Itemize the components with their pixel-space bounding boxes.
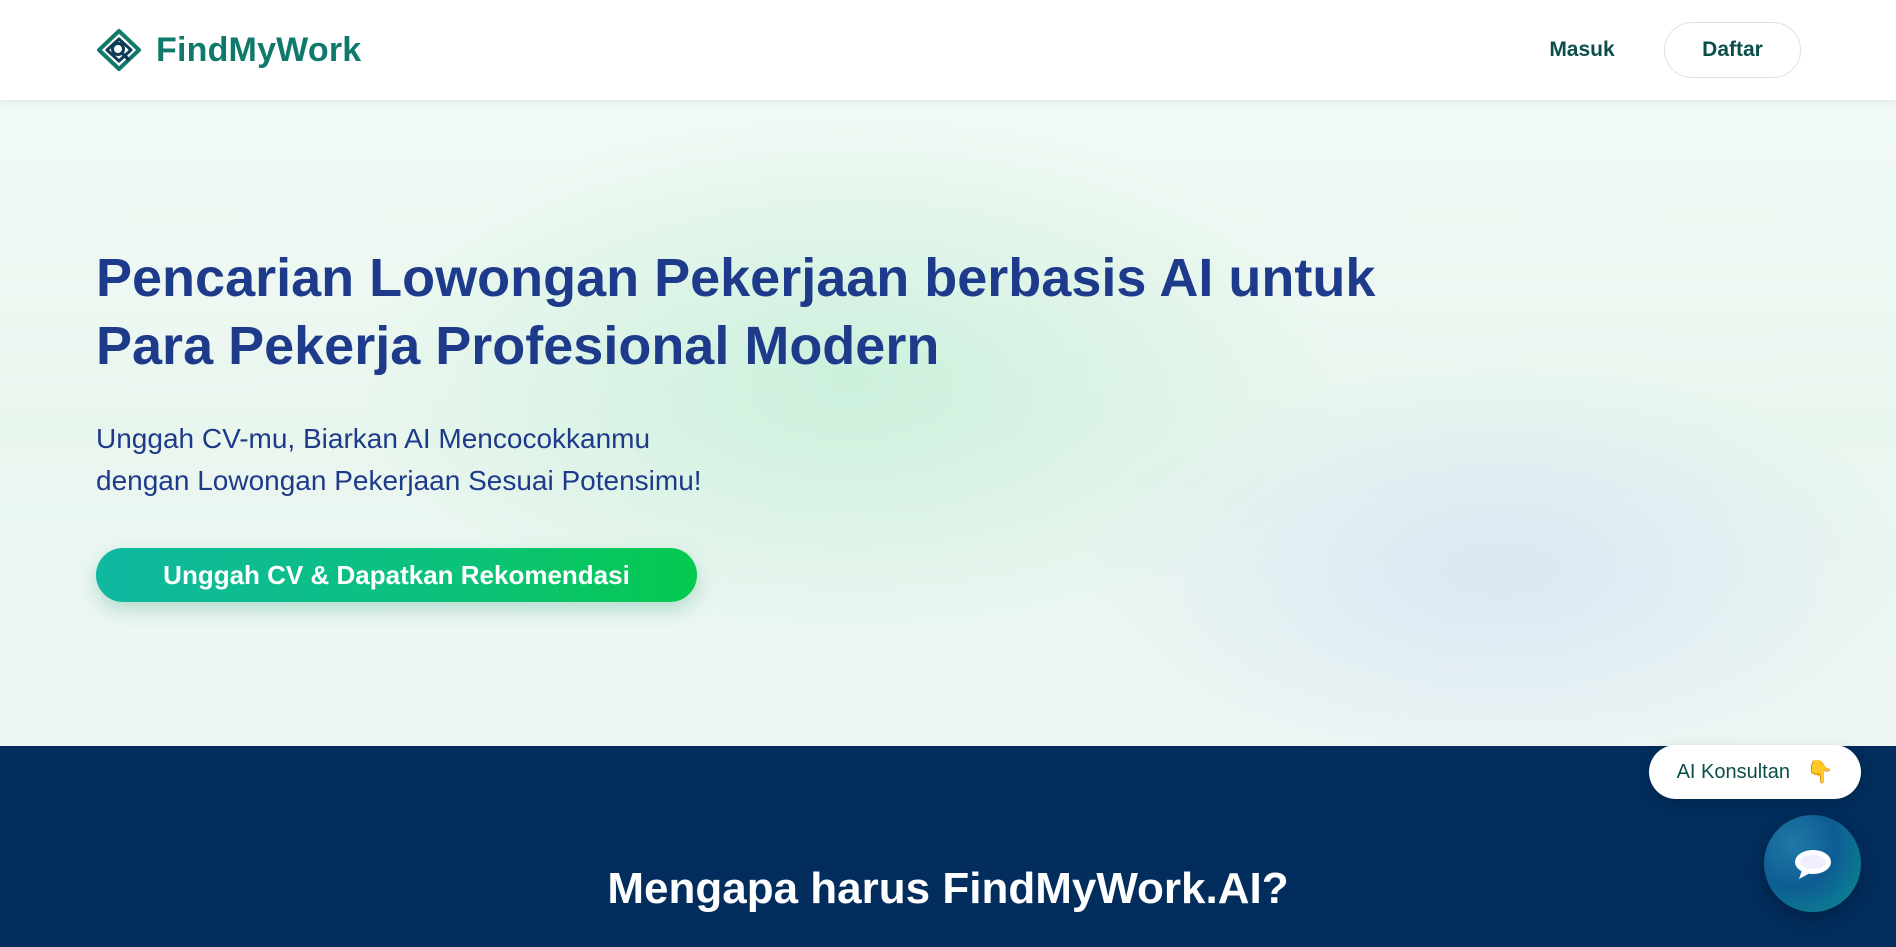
ai-consultant-tooltip[interactable]: AI Konsultan 👇 [1649, 745, 1861, 799]
login-link[interactable]: Masuk [1525, 26, 1639, 74]
register-button[interactable]: Daftar [1664, 22, 1801, 78]
hero-subtitle-line1: Unggah CV-mu, Biarkan AI Mencocokkanmu [96, 423, 651, 454]
why-section: Mengapa harus FindMyWork.AI? [0, 746, 1896, 947]
hero-title: Pencarian Lowongan Pekerjaan berbasis AI… [96, 244, 1496, 380]
why-section-title: Mengapa harus FindMyWork.AI? [607, 864, 1289, 913]
ai-consultant-label: AI Konsultan [1676, 760, 1790, 783]
site-header: FindMyWork Masuk Daftar [0, 0, 1896, 100]
brand-name: FindMyWork [156, 30, 362, 69]
logo-icon [97, 29, 141, 71]
hero-subtitle: Unggah CV-mu, Biarkan AI Mencocokkanmu d… [96, 418, 996, 502]
chat-open-button[interactable] [1764, 815, 1861, 912]
brand-logo-link[interactable]: FindMyWork [96, 28, 361, 72]
hero-subtitle-line2: dengan Lowongan Pekerjaan Sesuai Potensi… [96, 465, 702, 496]
upload-cv-button[interactable]: Unggah CV & Dapatkan Rekomendasi [96, 548, 697, 602]
chat-bubble-icon [1794, 849, 1831, 879]
hero-title-line2: Para Pekerja Profesional Modern [96, 316, 940, 376]
hero-title-line1: Pencarian Lowongan Pekerjaan berbasis AI… [96, 248, 1376, 308]
hero-section: Pencarian Lowongan Pekerjaan berbasis AI… [0, 100, 1896, 746]
pointing-down-icon: 👇 [1806, 759, 1834, 784]
